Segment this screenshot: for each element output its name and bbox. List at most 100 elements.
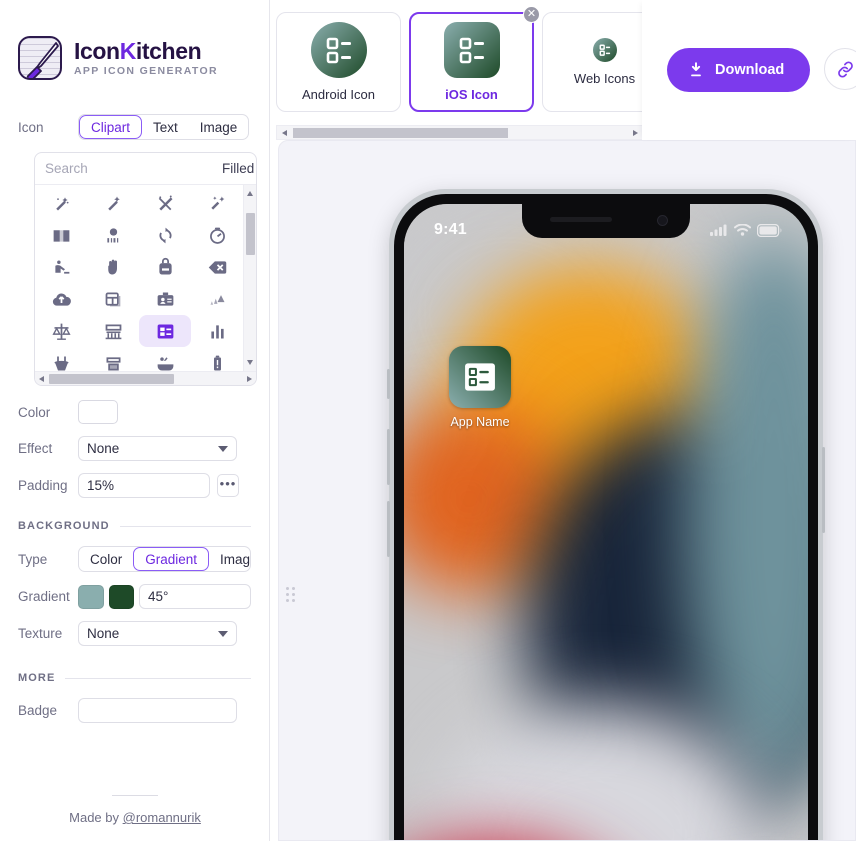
- clipart-style-value: Filled: [222, 161, 255, 176]
- brand-logo-block: IconKitchen APP ICON GENERATOR: [0, 0, 269, 80]
- clipart-vscroll-thumb[interactable]: [246, 213, 255, 255]
- scroll-left-icon[interactable]: [39, 375, 44, 382]
- scroll-down-icon[interactable]: [247, 360, 253, 365]
- close-icon[interactable]: ✕: [523, 6, 540, 23]
- autorenew-icon[interactable]: [139, 219, 191, 251]
- app-icon: [449, 346, 511, 408]
- ballot-icon[interactable]: [139, 315, 191, 347]
- tab-label: Web Icons: [573, 71, 636, 86]
- auto-awesome-icon[interactable]: [191, 187, 243, 219]
- tab-ios-icon[interactable]: ✕ iOS Icon: [409, 6, 540, 112]
- background-type-color[interactable]: Color: [79, 547, 133, 571]
- badge-icon[interactable]: [139, 283, 191, 315]
- web-icon-preview: [592, 38, 617, 62]
- download-button[interactable]: Download: [667, 48, 811, 92]
- clipart-style-dropdown[interactable]: Filled: [222, 161, 256, 176]
- badminton-icon[interactable]: [191, 283, 243, 315]
- balcony-icon[interactable]: [87, 315, 139, 347]
- download-icon: [691, 62, 701, 77]
- battery-alert-icon[interactable]: [191, 347, 243, 371]
- background-type-image[interactable]: Image: [209, 547, 250, 571]
- copy-link-button[interactable]: [824, 48, 856, 90]
- background-type-gradient[interactable]: Gradient: [133, 547, 210, 571]
- more-section-header: MORE: [18, 672, 251, 684]
- scroll-right-icon[interactable]: [633, 129, 638, 136]
- search-input[interactable]: [45, 161, 222, 176]
- icon-mode-segmented[interactable]: Clipart Text Image: [78, 114, 250, 140]
- background-heading: BACKGROUND: [18, 520, 110, 532]
- back-hand-icon[interactable]: [87, 251, 139, 283]
- gradient-angle-value: 45°: [148, 589, 169, 604]
- backup-table-icon[interactable]: [87, 283, 139, 315]
- signal-icon: [710, 224, 727, 236]
- clipart-grid-wrap: [35, 185, 256, 371]
- author-link[interactable]: @romannurik: [123, 810, 201, 825]
- tab-android-icon[interactable]: Android Icon: [276, 12, 401, 112]
- scroll-up-icon[interactable]: [247, 191, 253, 196]
- chevron-down-icon: [218, 445, 228, 452]
- home-screen-app[interactable]: App Name: [440, 346, 520, 429]
- badge-input[interactable]: [78, 698, 237, 723]
- platform-tabs: Android Icon ✕ iOS Icon Web Icons: [276, 6, 667, 112]
- icon-mode-image[interactable]: Image: [189, 115, 249, 139]
- bar-chart-icon[interactable]: [191, 315, 243, 347]
- bathtub-icon[interactable]: [139, 347, 191, 371]
- scroll-left-icon[interactable]: [282, 129, 287, 136]
- clipart-vertical-scrollbar[interactable]: [243, 185, 256, 371]
- icon-mode-clipart[interactable]: Clipart: [79, 115, 143, 139]
- tabs-scroll-thumb[interactable]: [293, 128, 508, 138]
- brand-title-b: K: [119, 37, 137, 64]
- phone-screen: 9:41 App Name: [404, 204, 808, 840]
- resize-handle[interactable]: [286, 587, 300, 603]
- gradient-color-2-swatch[interactable]: [108, 584, 134, 609]
- divider: [119, 525, 251, 527]
- icon-effect-row: Effect None: [18, 436, 251, 461]
- clipart-horizontal-scrollbar[interactable]: [35, 371, 256, 385]
- baby-changing-station-icon[interactable]: [35, 251, 87, 283]
- icon-mode-text[interactable]: Text: [142, 115, 189, 139]
- icon-effect-label: Effect: [18, 441, 53, 456]
- app-label: App Name: [450, 415, 510, 429]
- backspace-icon[interactable]: [191, 251, 243, 283]
- auto-fix-off-icon[interactable]: [139, 187, 191, 219]
- balcony-rail-icon[interactable]: [87, 347, 139, 371]
- barbecue-icon[interactable]: [35, 347, 87, 371]
- icon-color-swatch[interactable]: [78, 400, 118, 424]
- wifi-icon: [734, 224, 751, 236]
- clipart-hscroll-thumb[interactable]: [49, 374, 174, 384]
- gradient-color-1-swatch[interactable]: [78, 584, 104, 609]
- badge-row: Badge: [18, 698, 251, 723]
- background-section-header: BACKGROUND: [18, 520, 251, 532]
- icon-padding-value: 15%: [87, 478, 115, 493]
- icon-padding-input[interactable]: 15%: [78, 473, 210, 498]
- padding-more-button[interactable]: •••: [217, 474, 239, 497]
- scroll-right-icon[interactable]: [247, 375, 252, 382]
- barcode-reader-icon[interactable]: [87, 219, 139, 251]
- icon-padding-row: Padding 15% •••: [18, 473, 251, 498]
- ballot-icon: [465, 363, 495, 391]
- wallpaper: [404, 204, 808, 840]
- balance-icon[interactable]: [35, 315, 87, 347]
- tabs-horizontal-scrollbar[interactable]: [276, 125, 644, 140]
- av-timer-icon[interactable]: [191, 219, 243, 251]
- auto-stories-icon[interactable]: [35, 219, 87, 251]
- backpack-icon[interactable]: [139, 251, 191, 283]
- gradient-angle-input[interactable]: 45°: [139, 584, 251, 609]
- gradient-label: Gradient: [18, 589, 70, 604]
- texture-label: Texture: [18, 626, 63, 641]
- phone-power-button: [822, 447, 825, 533]
- background-type-row: Type Color Gradient Image: [18, 546, 251, 572]
- icon-effect-select[interactable]: None: [78, 436, 237, 461]
- auto-fix-high-icon[interactable]: [87, 187, 139, 219]
- auto-fix-normal-icon[interactable]: [35, 187, 87, 219]
- texture-row: Texture None: [18, 621, 251, 646]
- ios-icon-preview: [443, 22, 500, 78]
- phone-bezel: 9:41 App Name: [394, 194, 818, 840]
- background-type-segmented[interactable]: Color Gradient Image: [78, 546, 251, 572]
- chevron-down-icon: [218, 630, 228, 637]
- phone-mute-switch: [387, 369, 390, 399]
- texture-select[interactable]: None: [78, 621, 237, 646]
- backup-icon[interactable]: [35, 283, 87, 315]
- clipart-grid[interactable]: [35, 185, 243, 371]
- iconkitchen-app: IconKitchen APP ICON GENERATOR Icon Clip…: [0, 0, 856, 841]
